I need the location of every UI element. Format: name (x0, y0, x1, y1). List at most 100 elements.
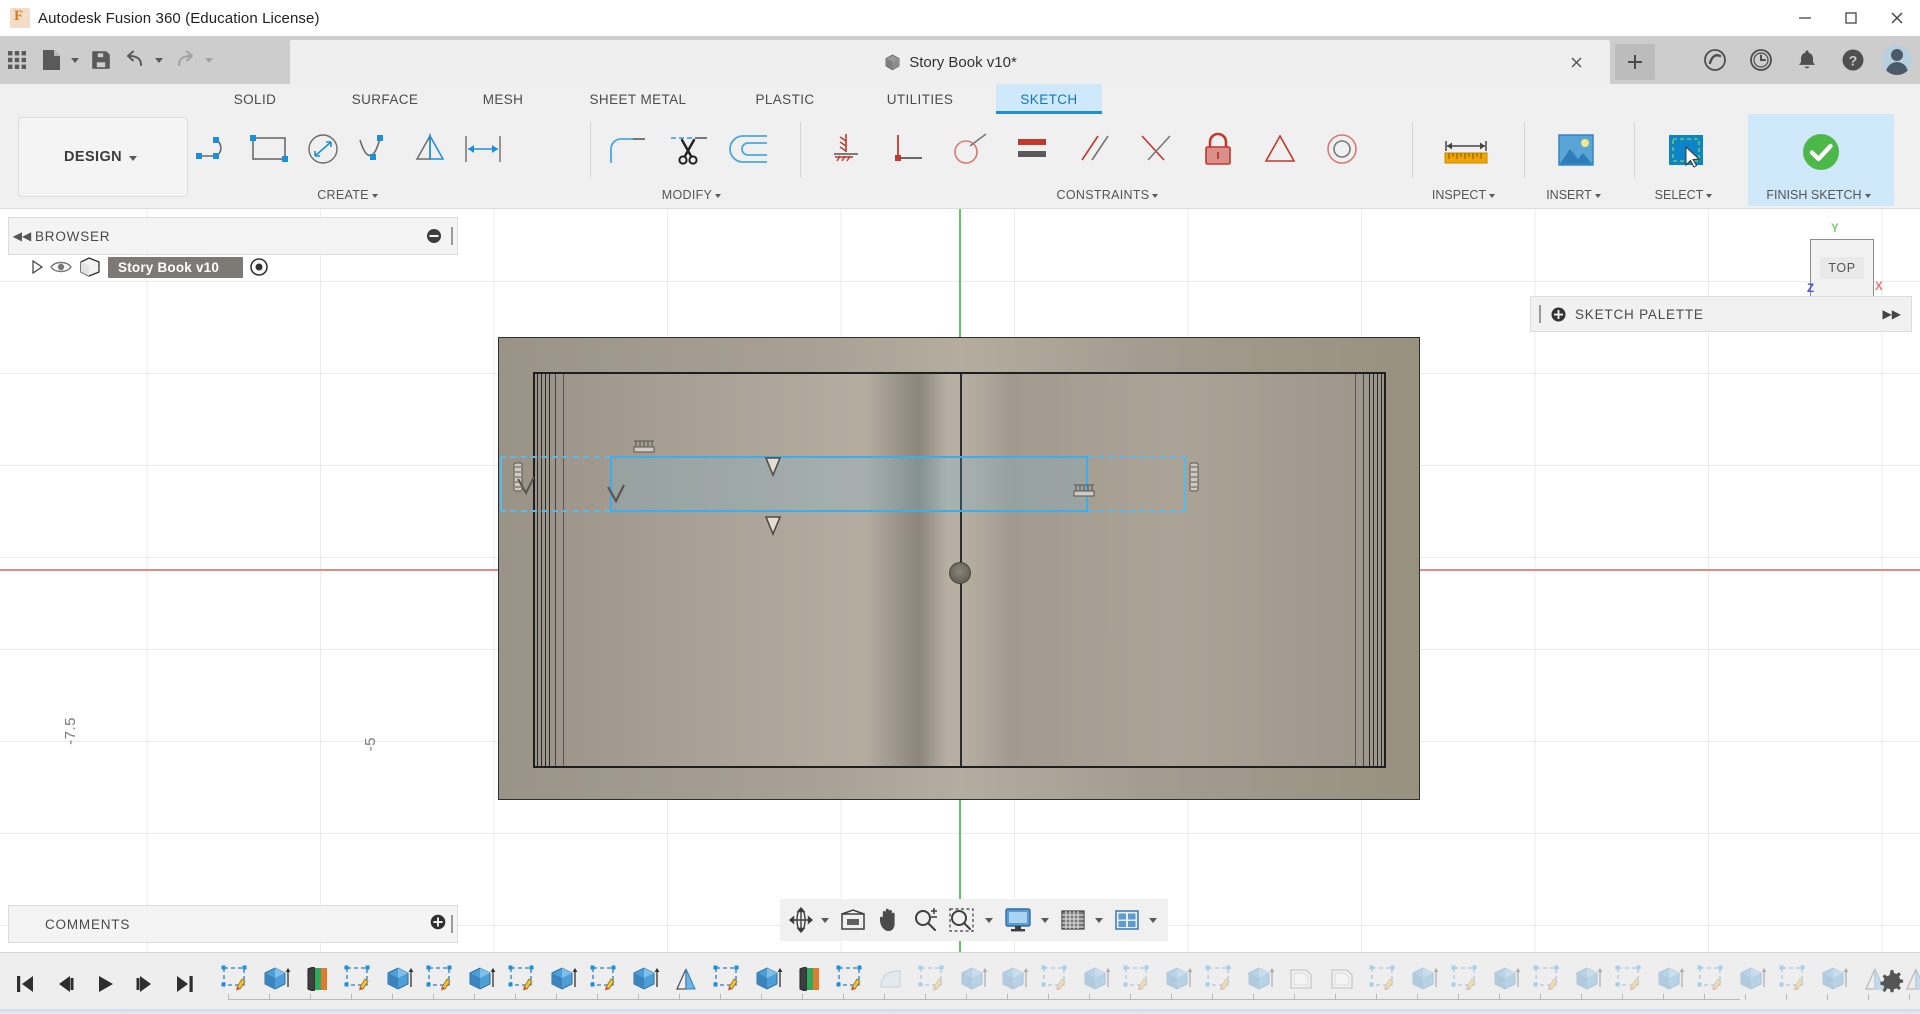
story-book-model[interactable] (498, 337, 1420, 800)
midpoint-constraint-icon[interactable] (1125, 118, 1187, 180)
timeline-feature-extrude[interactable] (993, 959, 1034, 999)
timeline-feature-shell[interactable] (1321, 959, 1362, 999)
browser-root-label[interactable]: Story Book v10 (108, 256, 244, 278)
timeline-feature-extrude[interactable] (624, 959, 665, 999)
close-document-icon[interactable] (1566, 52, 1586, 72)
timeline-feature-extrude[interactable] (747, 959, 788, 999)
spline-tool-icon[interactable] (350, 118, 403, 180)
timeline-feature-sketch[interactable] (706, 959, 747, 999)
timeline-feature-extrude[interactable] (1649, 959, 1690, 999)
plus-circle-icon[interactable] (1551, 307, 1566, 322)
inspect-button[interactable]: INSPECT (1420, 114, 1512, 206)
browser-root-row[interactable]: Story Book v10 (8, 253, 456, 281)
chevron-down-icon[interactable] (1041, 917, 1049, 923)
timeline-feature-sketch[interactable] (1690, 959, 1731, 999)
timeline-feature-sketch[interactable] (583, 959, 624, 999)
timeline-feature-appearance[interactable] (296, 959, 337, 999)
coincident-constraint-glyph[interactable] (606, 481, 626, 518)
jump-end-button[interactable] (172, 969, 198, 999)
rectangle-tool-icon[interactable] (243, 118, 296, 180)
add-comment-icon[interactable] (430, 914, 446, 935)
panel-label-constraints[interactable]: CONSTRAINTS (815, 188, 1405, 202)
timeline-feature-extrude[interactable] (255, 959, 296, 999)
timeline-feature-extrude[interactable] (952, 959, 993, 999)
timeline-feature-extrude[interactable] (1075, 959, 1116, 999)
collapse-left-icon[interactable]: ◀◀ (9, 229, 35, 243)
file-menu-button[interactable] (34, 36, 84, 84)
timeline-feature-extrude[interactable] (378, 959, 419, 999)
finish-sketch-button[interactable]: FINISH SKETCH (1748, 114, 1894, 206)
selected-rectangle-profile[interactable] (610, 456, 1088, 512)
redo-button[interactable] (168, 36, 218, 84)
horizontal-constraint-glyph[interactable] (633, 438, 655, 459)
timeline-feature-sketch[interactable] (911, 959, 952, 999)
timeline-feature-sketch[interactable] (1362, 959, 1403, 999)
panel-resize-handle[interactable] (451, 227, 453, 245)
viewports-icon[interactable] (1110, 899, 1144, 941)
step-back-button[interactable] (52, 969, 78, 999)
circle-tool-icon[interactable] (297, 118, 350, 180)
play-button[interactable] (92, 969, 118, 999)
timeline-feature-sketch[interactable] (1034, 959, 1075, 999)
timeline-feature-shell[interactable] (1280, 959, 1321, 999)
comments-panel[interactable]: COMMENTS (8, 905, 458, 943)
zoom-window-icon[interactable] (944, 899, 980, 941)
workspace-switcher-button[interactable]: DESIGN (18, 117, 188, 197)
notifications-icon[interactable] (1790, 43, 1824, 77)
target-icon[interactable] (249, 257, 269, 277)
fix-unfix-constraint-icon[interactable] (1187, 118, 1249, 180)
symmetry-constraint-icon[interactable] (1249, 118, 1311, 180)
timeline-feature-extrude[interactable] (1403, 959, 1444, 999)
grid-snaps-icon[interactable] (1056, 899, 1090, 941)
trim-tool-icon[interactable] (658, 118, 720, 180)
app-grid-button[interactable] (0, 36, 34, 84)
timeline-feature-mirror[interactable] (665, 959, 706, 999)
chevron-down-icon[interactable] (985, 917, 993, 923)
new-tab-button[interactable] (1615, 44, 1655, 80)
timeline-feature-extrude[interactable] (1567, 959, 1608, 999)
timeline-feature-sketch[interactable] (1198, 959, 1239, 999)
tangent-constraint-icon[interactable] (939, 118, 1001, 180)
help-icon[interactable]: ? (1836, 43, 1870, 77)
document-tab[interactable]: Story Book v10* (290, 40, 1610, 84)
sketch-palette-resize-handle[interactable] (1539, 305, 1541, 323)
minimize-icon[interactable] (1782, 0, 1828, 36)
timeline-feature-extrude[interactable] (1239, 959, 1280, 999)
timeline-feature-sketch[interactable] (1116, 959, 1157, 999)
job-status-icon[interactable] (1744, 43, 1778, 77)
fix-constraint-glyph[interactable] (1188, 461, 1200, 500)
timeline-feature-sketch[interactable] (214, 959, 255, 999)
tab-solid[interactable]: SOLID (200, 84, 310, 114)
timeline-feature-extrude[interactable] (1485, 959, 1526, 999)
timeline-feature-sketch[interactable] (829, 959, 870, 999)
timeline-feature-fillet[interactable] (870, 959, 911, 999)
parallel-constraint-icon[interactable] (1063, 118, 1125, 180)
chevron-down-icon[interactable] (1149, 917, 1157, 923)
origin-point[interactable] (949, 562, 971, 584)
coincident-constraint-glyph-2[interactable] (516, 473, 536, 510)
timeline-scrollbar[interactable] (0, 1009, 1920, 1014)
design-canvas[interactable]: -7.5 -5 2.5 (0, 209, 1920, 953)
timeline-feature-appearance[interactable] (788, 959, 829, 999)
maximize-icon[interactable] (1828, 0, 1874, 36)
zoom-icon[interactable] (908, 899, 942, 941)
perpendicular-constraint-icon[interactable] (877, 118, 939, 180)
undo-button[interactable] (118, 36, 168, 84)
midpoint-constraint-glyph-2[interactable] (763, 514, 783, 543)
sketch-dimension-icon[interactable] (457, 118, 510, 180)
expand-triangle-icon[interactable] (30, 259, 44, 275)
timeline-feature-sketch[interactable] (1772, 959, 1813, 999)
eye-icon[interactable] (50, 259, 72, 275)
display-settings-icon[interactable] (1000, 899, 1036, 941)
tab-utilities[interactable]: UTILITIES (850, 84, 990, 114)
timeline-settings-gear-icon[interactable] (1878, 969, 1906, 997)
timeline-feature-extrude[interactable] (542, 959, 583, 999)
panel-label-create[interactable]: CREATE (190, 188, 510, 202)
avatar[interactable] (1882, 45, 1912, 75)
tab-plastic[interactable]: PLASTIC (722, 84, 848, 114)
step-forward-button[interactable] (132, 969, 158, 999)
concentric-constraint-icon[interactable] (1311, 118, 1373, 180)
tab-surface[interactable]: SURFACE (320, 84, 450, 114)
line-tool-icon[interactable] (190, 118, 243, 180)
horizontal-constraint-glyph-2[interactable] (1073, 482, 1095, 503)
